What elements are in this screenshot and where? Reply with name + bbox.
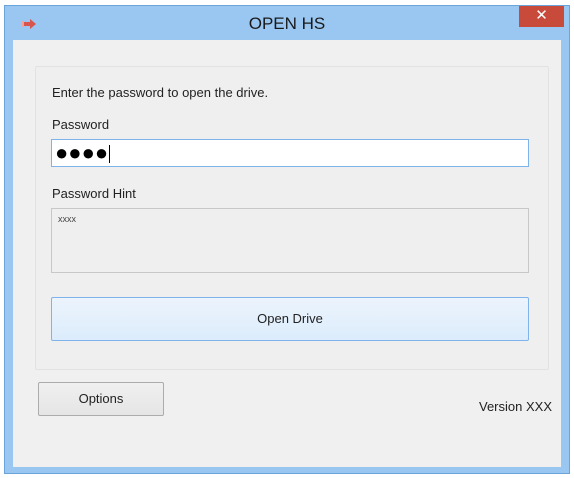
password-hint-value: xxxx [58,214,76,224]
open-hs-window: OPEN HS ✕ Enter the password to open the… [4,5,570,474]
title-bar[interactable]: OPEN HS ✕ [5,6,569,40]
password-label: Password [52,117,110,132]
window-title: OPEN HS [248,14,326,33]
password-input[interactable]: ●●●● [51,139,529,167]
password-mask: ●●●● [55,140,109,165]
options-button[interactable]: Options [38,382,164,416]
open-drive-button[interactable]: Open Drive [51,297,529,341]
password-hint-label: Password Hint [52,186,136,201]
close-button[interactable]: ✕ [519,6,564,27]
client-area: Enter the password to open the drive. Pa… [13,40,561,467]
password-hint-field[interactable]: xxxx [51,208,529,273]
version-label: Version XXX [479,399,552,414]
password-panel: Enter the password to open the drive. Pa… [35,66,549,370]
instruction-text: Enter the password to open the drive. [52,85,269,100]
text-caret [109,145,111,164]
